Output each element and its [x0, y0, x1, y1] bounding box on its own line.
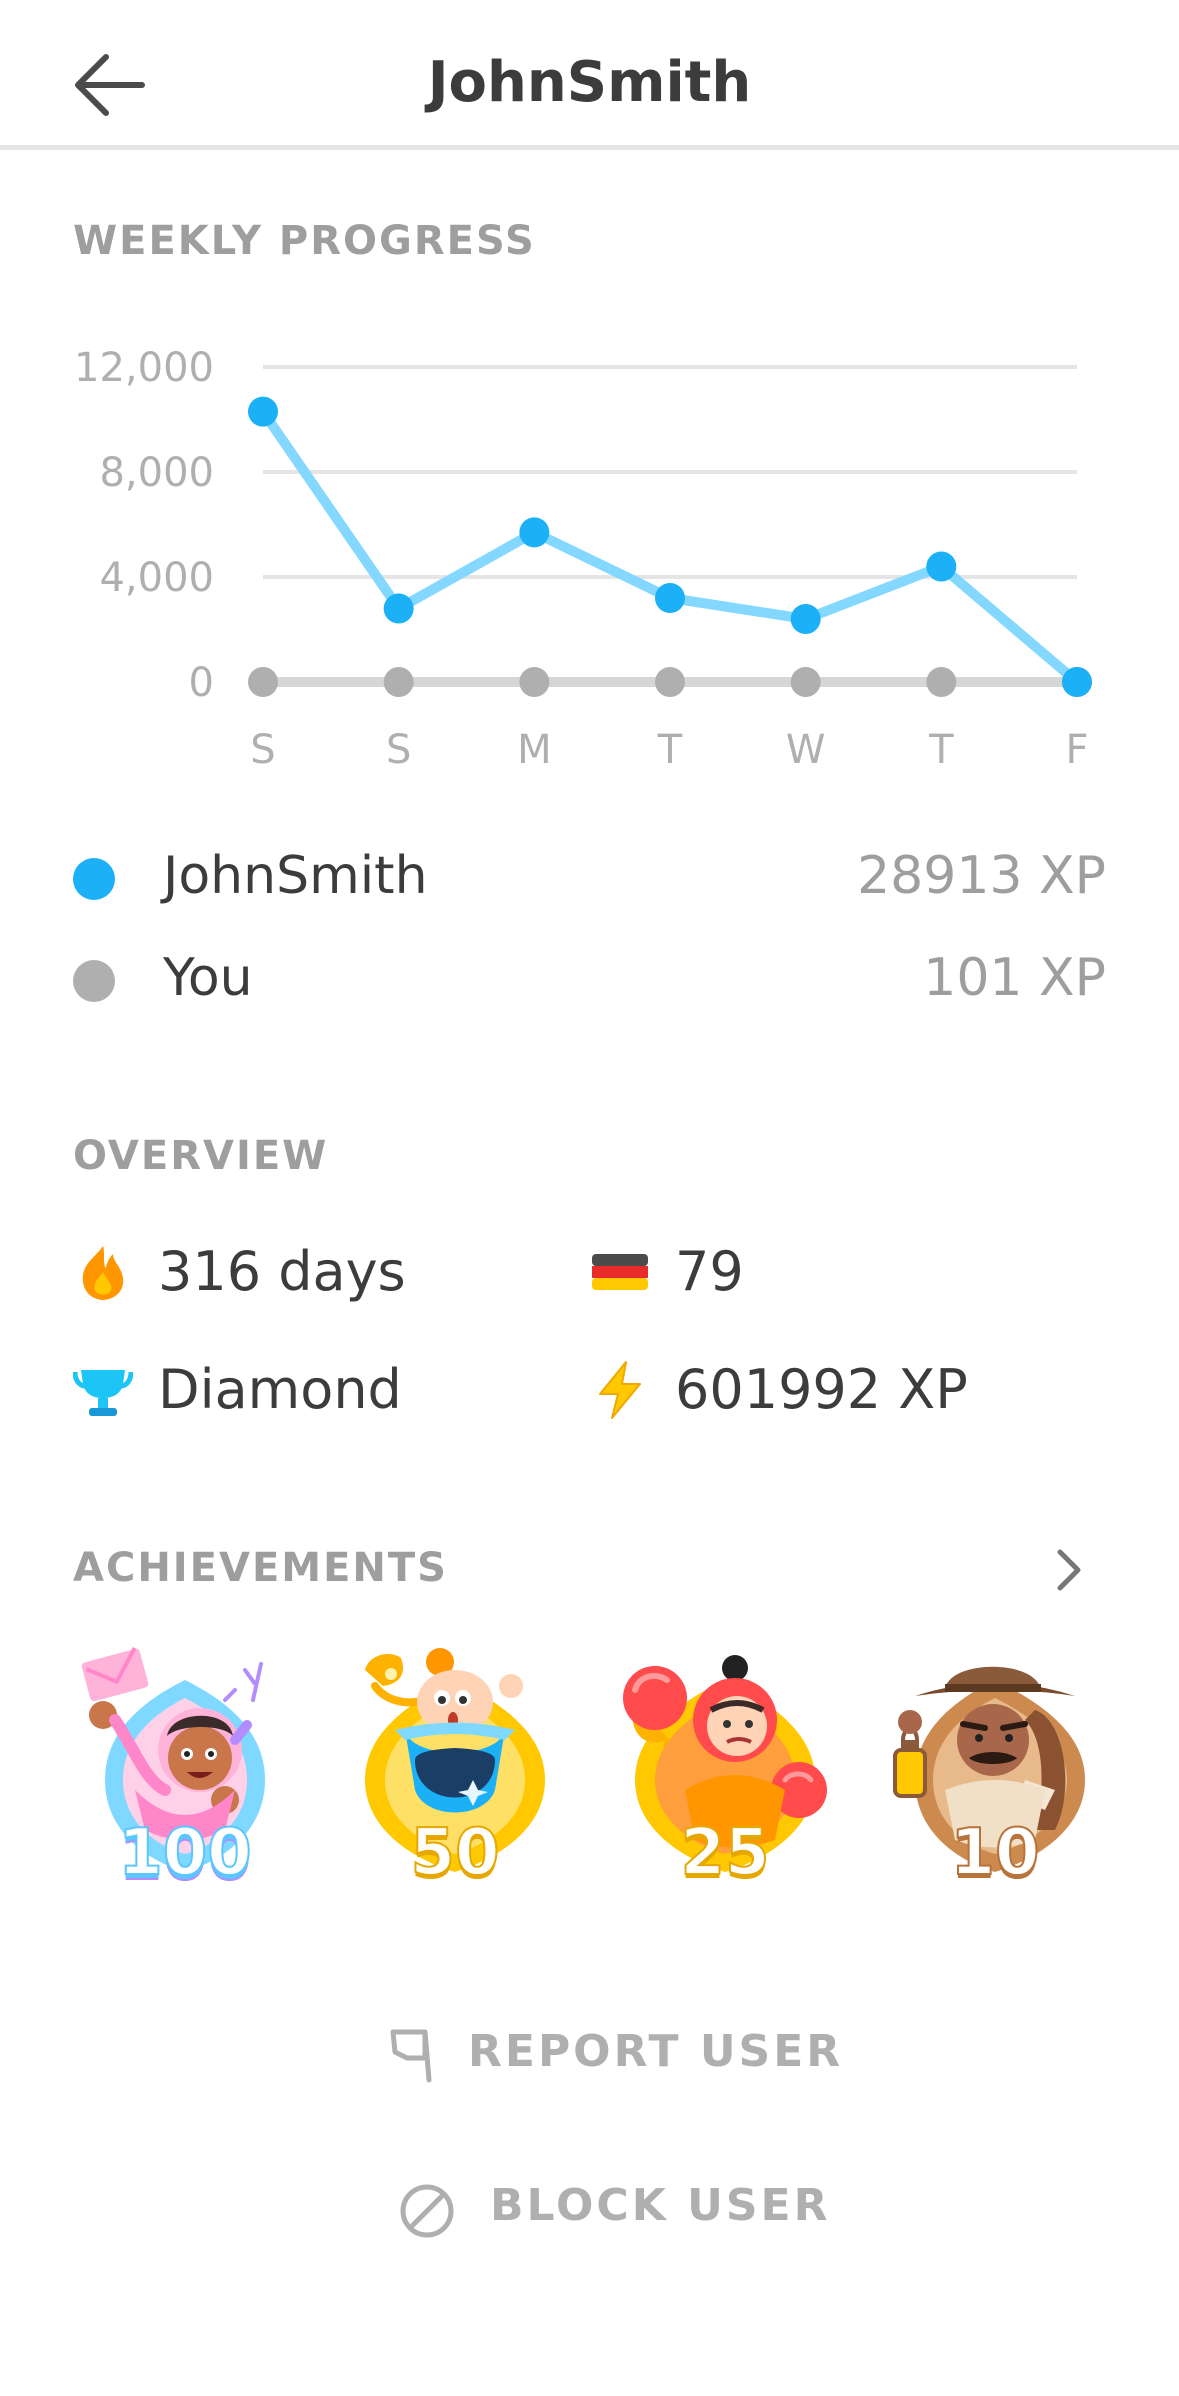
- legend-row-johnsmith: JohnSmith 28913 XP: [73, 838, 1106, 918]
- language-text: 79: [675, 1240, 744, 1303]
- report-user-label: REPORT USER: [468, 2026, 844, 2077]
- x-tick-label: S: [386, 727, 411, 773]
- germany-flag-icon: [592, 1254, 648, 1290]
- data-point: [790, 667, 821, 697]
- weekly-progress-label: WEEKLY PROGRESS: [73, 218, 536, 264]
- y-tick-label: 12,000: [74, 345, 214, 391]
- data-point: [383, 593, 414, 624]
- achievement-badge-10[interactable]: 10: [885, 1640, 1105, 1900]
- achievement-badge-50[interactable]: 50: [345, 1640, 565, 1900]
- y-tick-label: 8,000: [99, 450, 214, 496]
- overview-label: OVERVIEW: [73, 1133, 329, 1179]
- x-tick-label: T: [657, 727, 683, 773]
- legend-dot-you: [73, 960, 115, 1002]
- y-tick-label: 0: [189, 660, 214, 706]
- legend-name: JohnSmith: [163, 846, 428, 906]
- lightning-icon: [599, 1361, 641, 1419]
- x-tick-label: M: [517, 727, 552, 773]
- badge-level: 100: [117, 1815, 253, 1891]
- data-point: [655, 583, 685, 613]
- chevron-right-icon: [1057, 1549, 1081, 1591]
- series-line: [258, 406, 1082, 687]
- header: JohnSmith: [0, 0, 1179, 150]
- x-tick-label: S: [250, 727, 275, 773]
- total-xp-text: 601992 XP: [675, 1358, 968, 1421]
- x-tick-label: F: [1065, 727, 1088, 773]
- block-user-label: BLOCK USER: [490, 2180, 831, 2231]
- league-text: Diamond: [158, 1358, 402, 1421]
- legend-row-you: You 101 XP: [73, 940, 1106, 1020]
- data-point: [383, 667, 414, 697]
- data-point: [1062, 667, 1092, 697]
- data-point: [248, 396, 278, 427]
- diamond-trophy-icon: [73, 1370, 133, 1416]
- fire-icon: [82, 1246, 124, 1300]
- achievement-badge-100[interactable]: 100: [75, 1640, 295, 1900]
- badge-level: 50: [409, 1815, 500, 1891]
- x-tick-label: T: [928, 727, 954, 773]
- achievements-label: ACHIEVEMENTS: [73, 1545, 448, 1591]
- legend-dot-johnsmith: [73, 858, 115, 900]
- badge-level: 25: [679, 1815, 770, 1891]
- report-user-button[interactable]: REPORT USER: [0, 2016, 1179, 2096]
- legend-xp: 101 XP: [923, 948, 1106, 1008]
- legend-xp: 28913 XP: [857, 846, 1106, 906]
- streak-text: 316 days: [158, 1240, 406, 1303]
- achievements-chevron-button[interactable]: [1050, 1540, 1090, 1600]
- data-point: [519, 667, 550, 697]
- data-point: [248, 667, 278, 697]
- flag-icon: [390, 2029, 432, 2083]
- data-point: [519, 517, 550, 548]
- y-tick-label: 4,000: [99, 555, 214, 601]
- achievement-badge-25[interactable]: 25: [615, 1640, 835, 1900]
- block-icon: [400, 2184, 454, 2238]
- weekly-progress-chart: 12,0008,0004,0000S S M T W T F: [74, 345, 1092, 773]
- data-point: [926, 551, 957, 582]
- legend-name: You: [163, 948, 253, 1008]
- data-point: [655, 667, 685, 697]
- page-title: JohnSmith: [427, 50, 752, 115]
- badge-level: 10: [949, 1815, 1040, 1891]
- data-point: [926, 667, 957, 697]
- block-user-button[interactable]: BLOCK USER: [0, 2170, 1179, 2250]
- data-point: [790, 604, 821, 634]
- x-tick-label: W: [786, 727, 826, 773]
